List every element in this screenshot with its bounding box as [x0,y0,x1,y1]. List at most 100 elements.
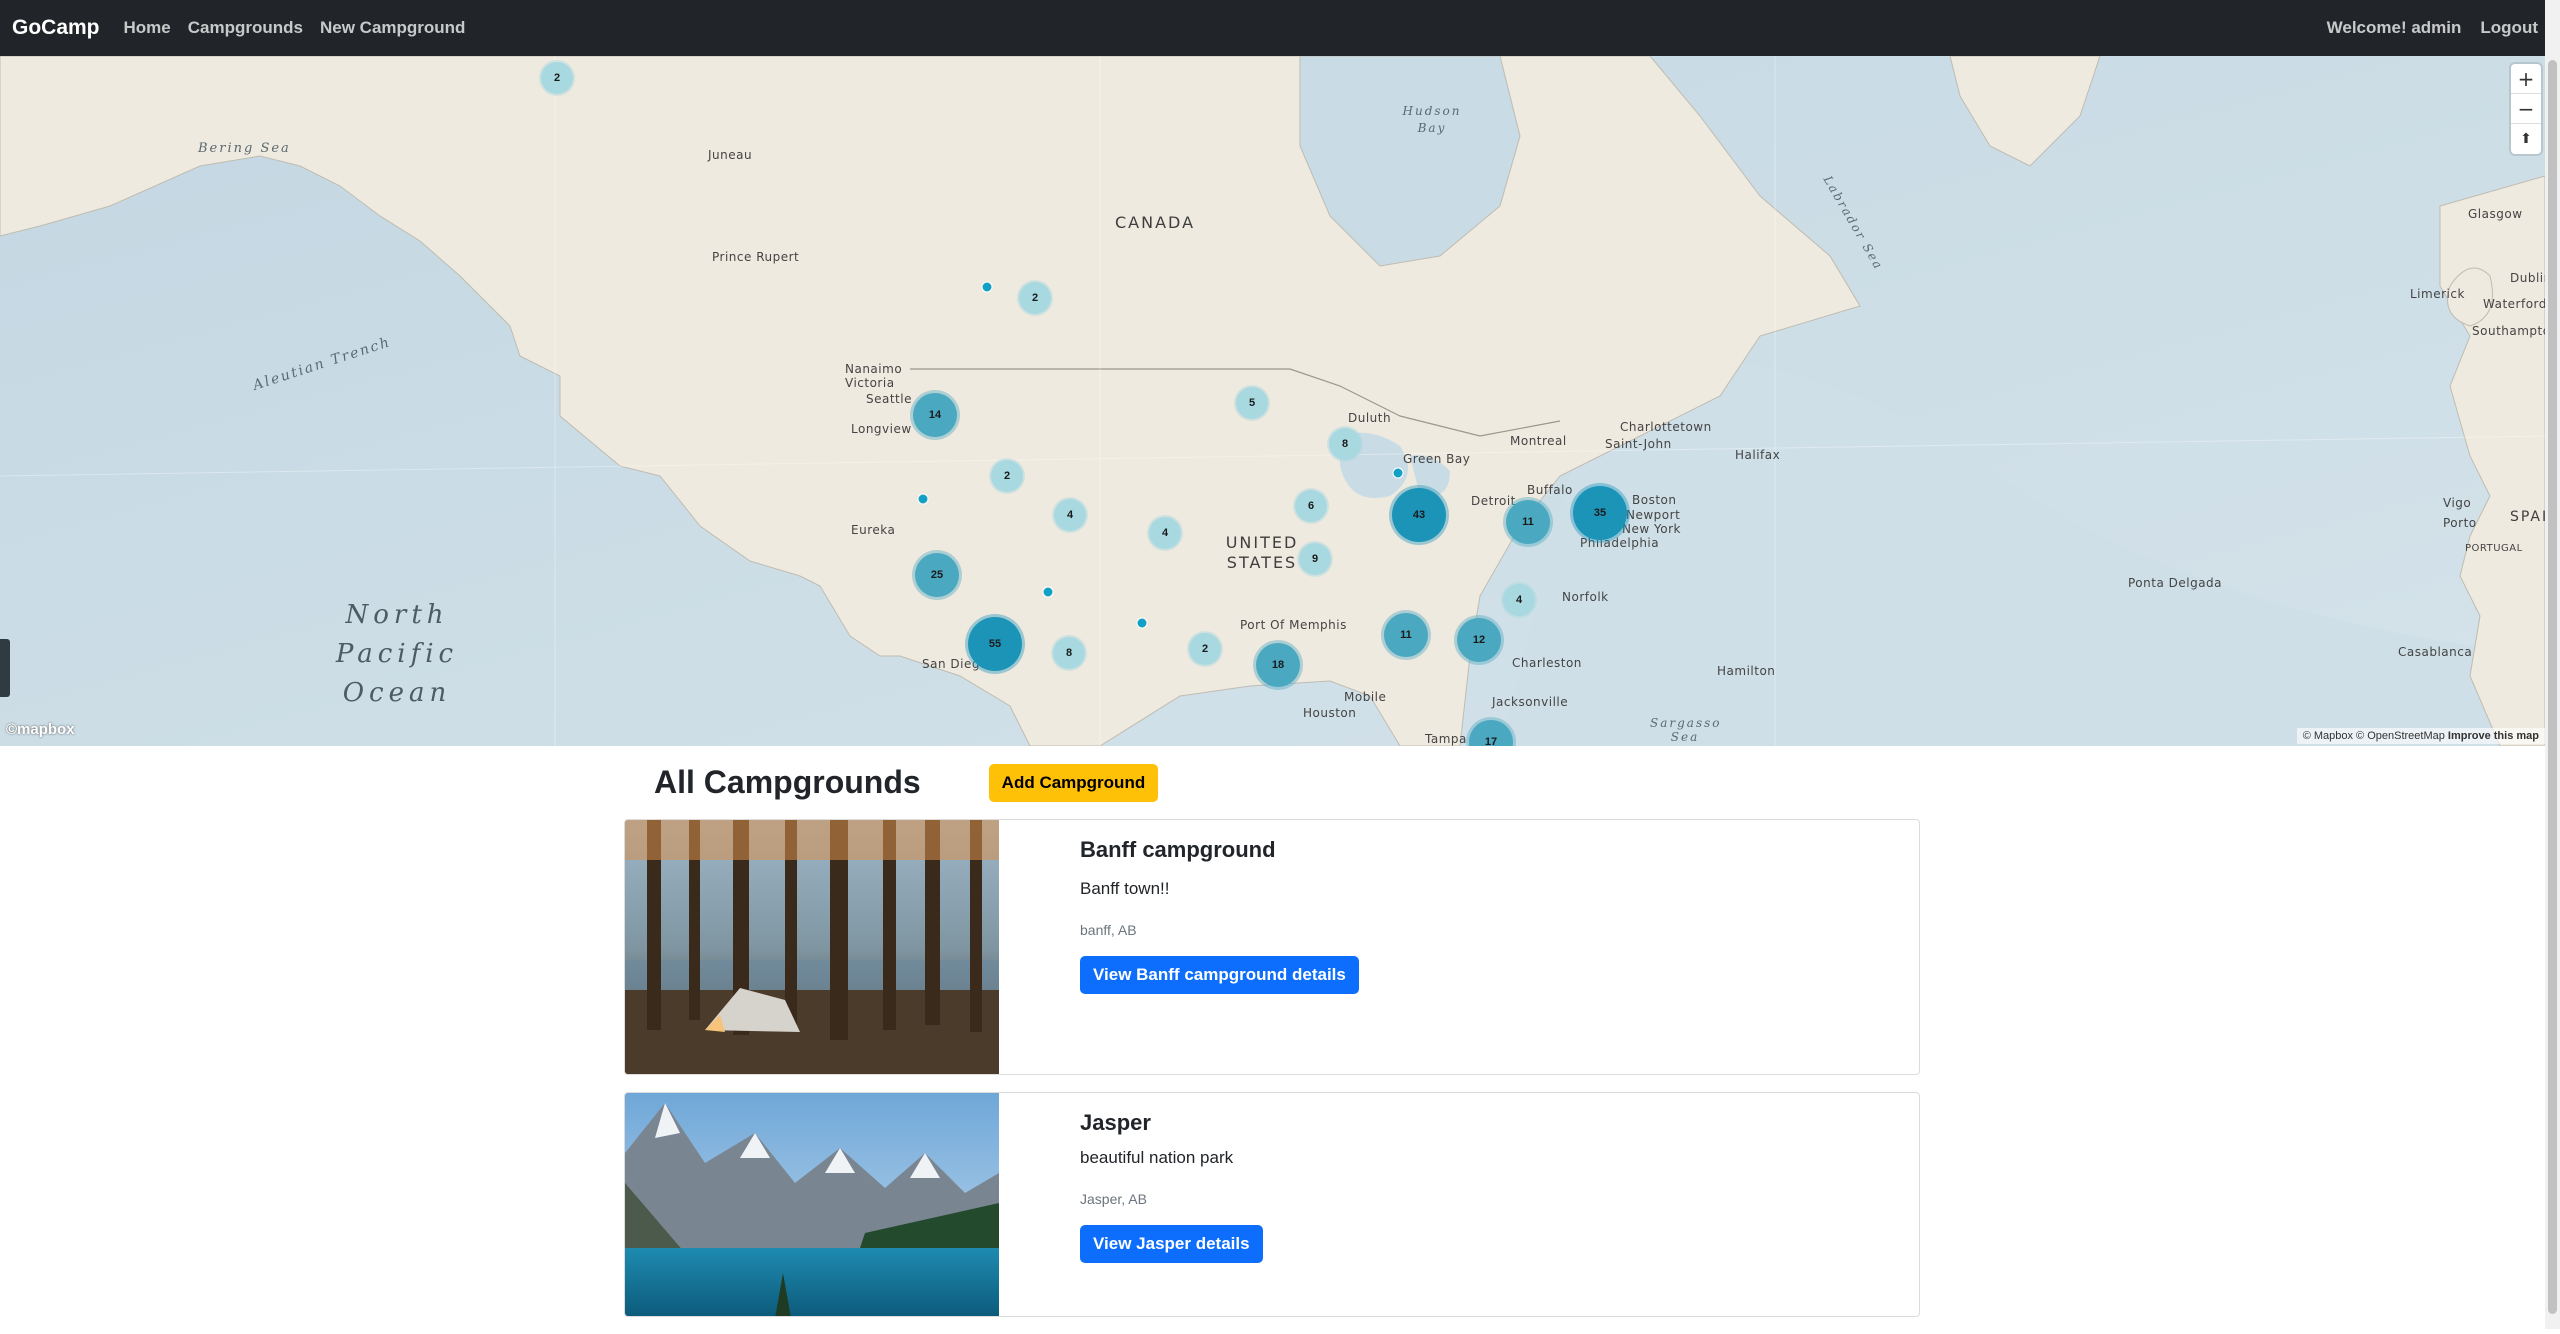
page-title: All Campgrounds [654,764,921,800]
zoom-out-button[interactable]: − [2511,94,2541,124]
mountain-lake-image [625,1093,999,1316]
view-campground-button[interactable]: View Banff campground details [1080,956,1359,994]
improve-map-link[interactable]: Improve this map [2448,730,2539,742]
city-label: Saint-John [1605,437,1672,451]
city-label: Montreal [1510,434,1567,448]
map-cluster[interactable]: 9 [1299,543,1331,575]
campground-description: Banff town!! [1080,879,1170,898]
map-cluster[interactable]: 6 [1295,490,1327,522]
city-label: Nanaimo [845,362,903,376]
map-point[interactable] [1392,467,1404,479]
mapbox-logo[interactable]: ©mapbox [6,721,75,738]
view-campground-button[interactable]: View Jasper details [1080,1225,1263,1263]
map-cluster[interactable]: 2 [1189,633,1221,665]
map-point[interactable] [1136,617,1148,629]
city-label: Norfolk [1562,590,1609,604]
cluster-map[interactable]: Bering Sea Aleutian Trench North Pacific… [0,56,2545,746]
logout-link[interactable]: Logout [2480,18,2538,38]
city-label: Halifax [1735,448,1781,462]
map-cluster[interactable]: 4 [1054,499,1086,531]
map-cluster[interactable]: 4 [1503,584,1535,616]
hudson-bay-label: Hudson Bay [1402,104,1462,135]
city-label: Ponta Delgada [2128,576,2223,590]
city-label: Juneau [708,148,753,162]
map-cluster[interactable]: 8 [1053,637,1085,669]
map-cluster[interactable]: 35 [1573,486,1627,540]
campgrounds-list: All Campgrounds Add Campground Banff cam… [624,746,1920,1334]
map-cluster[interactable]: 11 [1506,500,1550,544]
city-label: New York [1622,522,1681,536]
map-cluster[interactable]: 25 [915,553,959,597]
campground-title: Banff campground [1080,837,1276,862]
city-label: Tampa [1425,732,1467,746]
forest-tent-image [625,820,999,1074]
page-scrollbar[interactable] [2545,0,2560,1329]
map-cluster[interactable]: 2 [991,460,1023,492]
campground-location: banff, AB [1080,922,1137,938]
city-label: Boston [1632,493,1677,507]
map-cluster[interactable]: 2 [1019,282,1051,314]
city-label: Glasgow [2468,207,2523,221]
city-label: Victoria [845,376,895,390]
spain-label: SPAIN [2510,509,2545,525]
map-cluster[interactable]: 43 [1392,488,1446,542]
brand-link[interactable]: GoCamp [12,16,100,40]
nav-home-link[interactable]: Home [124,18,171,38]
city-label: Buffalo [1527,483,1573,497]
heading-row: All Campgrounds Add Campground [624,746,1920,819]
add-campground-button[interactable]: Add Campground [988,763,1159,802]
nav-new-campground-link[interactable]: New Campground [320,18,465,38]
map-attribution: © Mapbox © OpenStreetMap Improve this ma… [2296,728,2545,744]
city-label: Porto [2443,516,2477,530]
city-label: Detroit [1471,494,1516,508]
zoom-in-button[interactable]: + [2511,64,2541,94]
card-body: Banff campground Banff town!! banff, AB … [999,820,1359,1074]
campground-location: Jasper, AB [1080,1191,1147,1207]
city-label: Longview [851,422,912,436]
map-cluster[interactable]: 14 [913,393,957,437]
city-label: Dublin [2510,271,2545,285]
city-label: Prince Rupert [712,250,800,264]
united-states-label: UNITED STATES [1225,533,1299,572]
city-label: Hamilton [1717,664,1776,678]
campground-title: Jasper [1080,1110,1151,1135]
compass-icon[interactable]: ⬆ [2511,124,2541,154]
map-cluster[interactable]: 5 [1236,387,1268,419]
city-label: Port Of Memphis [1240,618,1347,632]
scroll-thumb[interactable] [2548,60,2557,1314]
attribution-text[interactable]: © Mapbox © OpenStreetMap [2303,730,2445,742]
campground-image [625,820,999,1074]
city-label: Houston [1303,706,1357,720]
sargasso-sea-label: Sargasso Sea [1650,716,1722,744]
north-pacific-ocean-label: North Pacific Ocean [335,600,459,708]
map-cluster[interactable]: 11 [1384,613,1428,657]
city-label: Vigo [2443,496,2472,510]
campground-description: beautiful nation park [1080,1148,1234,1167]
city-label: Limerick [2410,287,2465,301]
map-cluster[interactable]: 12 [1457,618,1501,662]
city-label: Mobile [1344,690,1387,704]
city-label: Green Bay [1403,452,1471,466]
city-label: Casablanca [2398,645,2473,659]
campground-card: Banff campground Banff town!! banff, AB … [624,819,1920,1075]
map-cluster[interactable]: 8 [1329,428,1361,460]
city-label: Charleston [1512,656,1582,670]
map-cluster[interactable]: 4 [1149,517,1181,549]
nav-campgrounds-link[interactable]: Campgrounds [188,18,303,38]
welcome-link[interactable]: Welcome! admin [2327,18,2462,38]
city-label: Waterford [2483,297,2545,311]
city-label: Southampton [2472,324,2545,338]
city-label: Seattle [866,392,912,406]
map-nav-control: + − ⬆ [2511,64,2541,154]
card-body: Jasper beautiful nation park Jasper, AB … [999,1093,1263,1316]
map-point[interactable] [981,281,993,293]
map-cluster[interactable]: 55 [968,617,1022,671]
map-cluster[interactable]: 2 [541,62,573,94]
portugal-label: PORTUGAL [2465,543,2523,554]
map-cluster[interactable]: 18 [1256,643,1300,687]
map-point[interactable] [917,493,929,505]
canada-label: CANADA [1115,213,1196,232]
side-handle[interactable] [0,639,10,697]
map-point[interactable] [1042,586,1054,598]
bering-sea-label: Bering Sea [198,141,291,156]
